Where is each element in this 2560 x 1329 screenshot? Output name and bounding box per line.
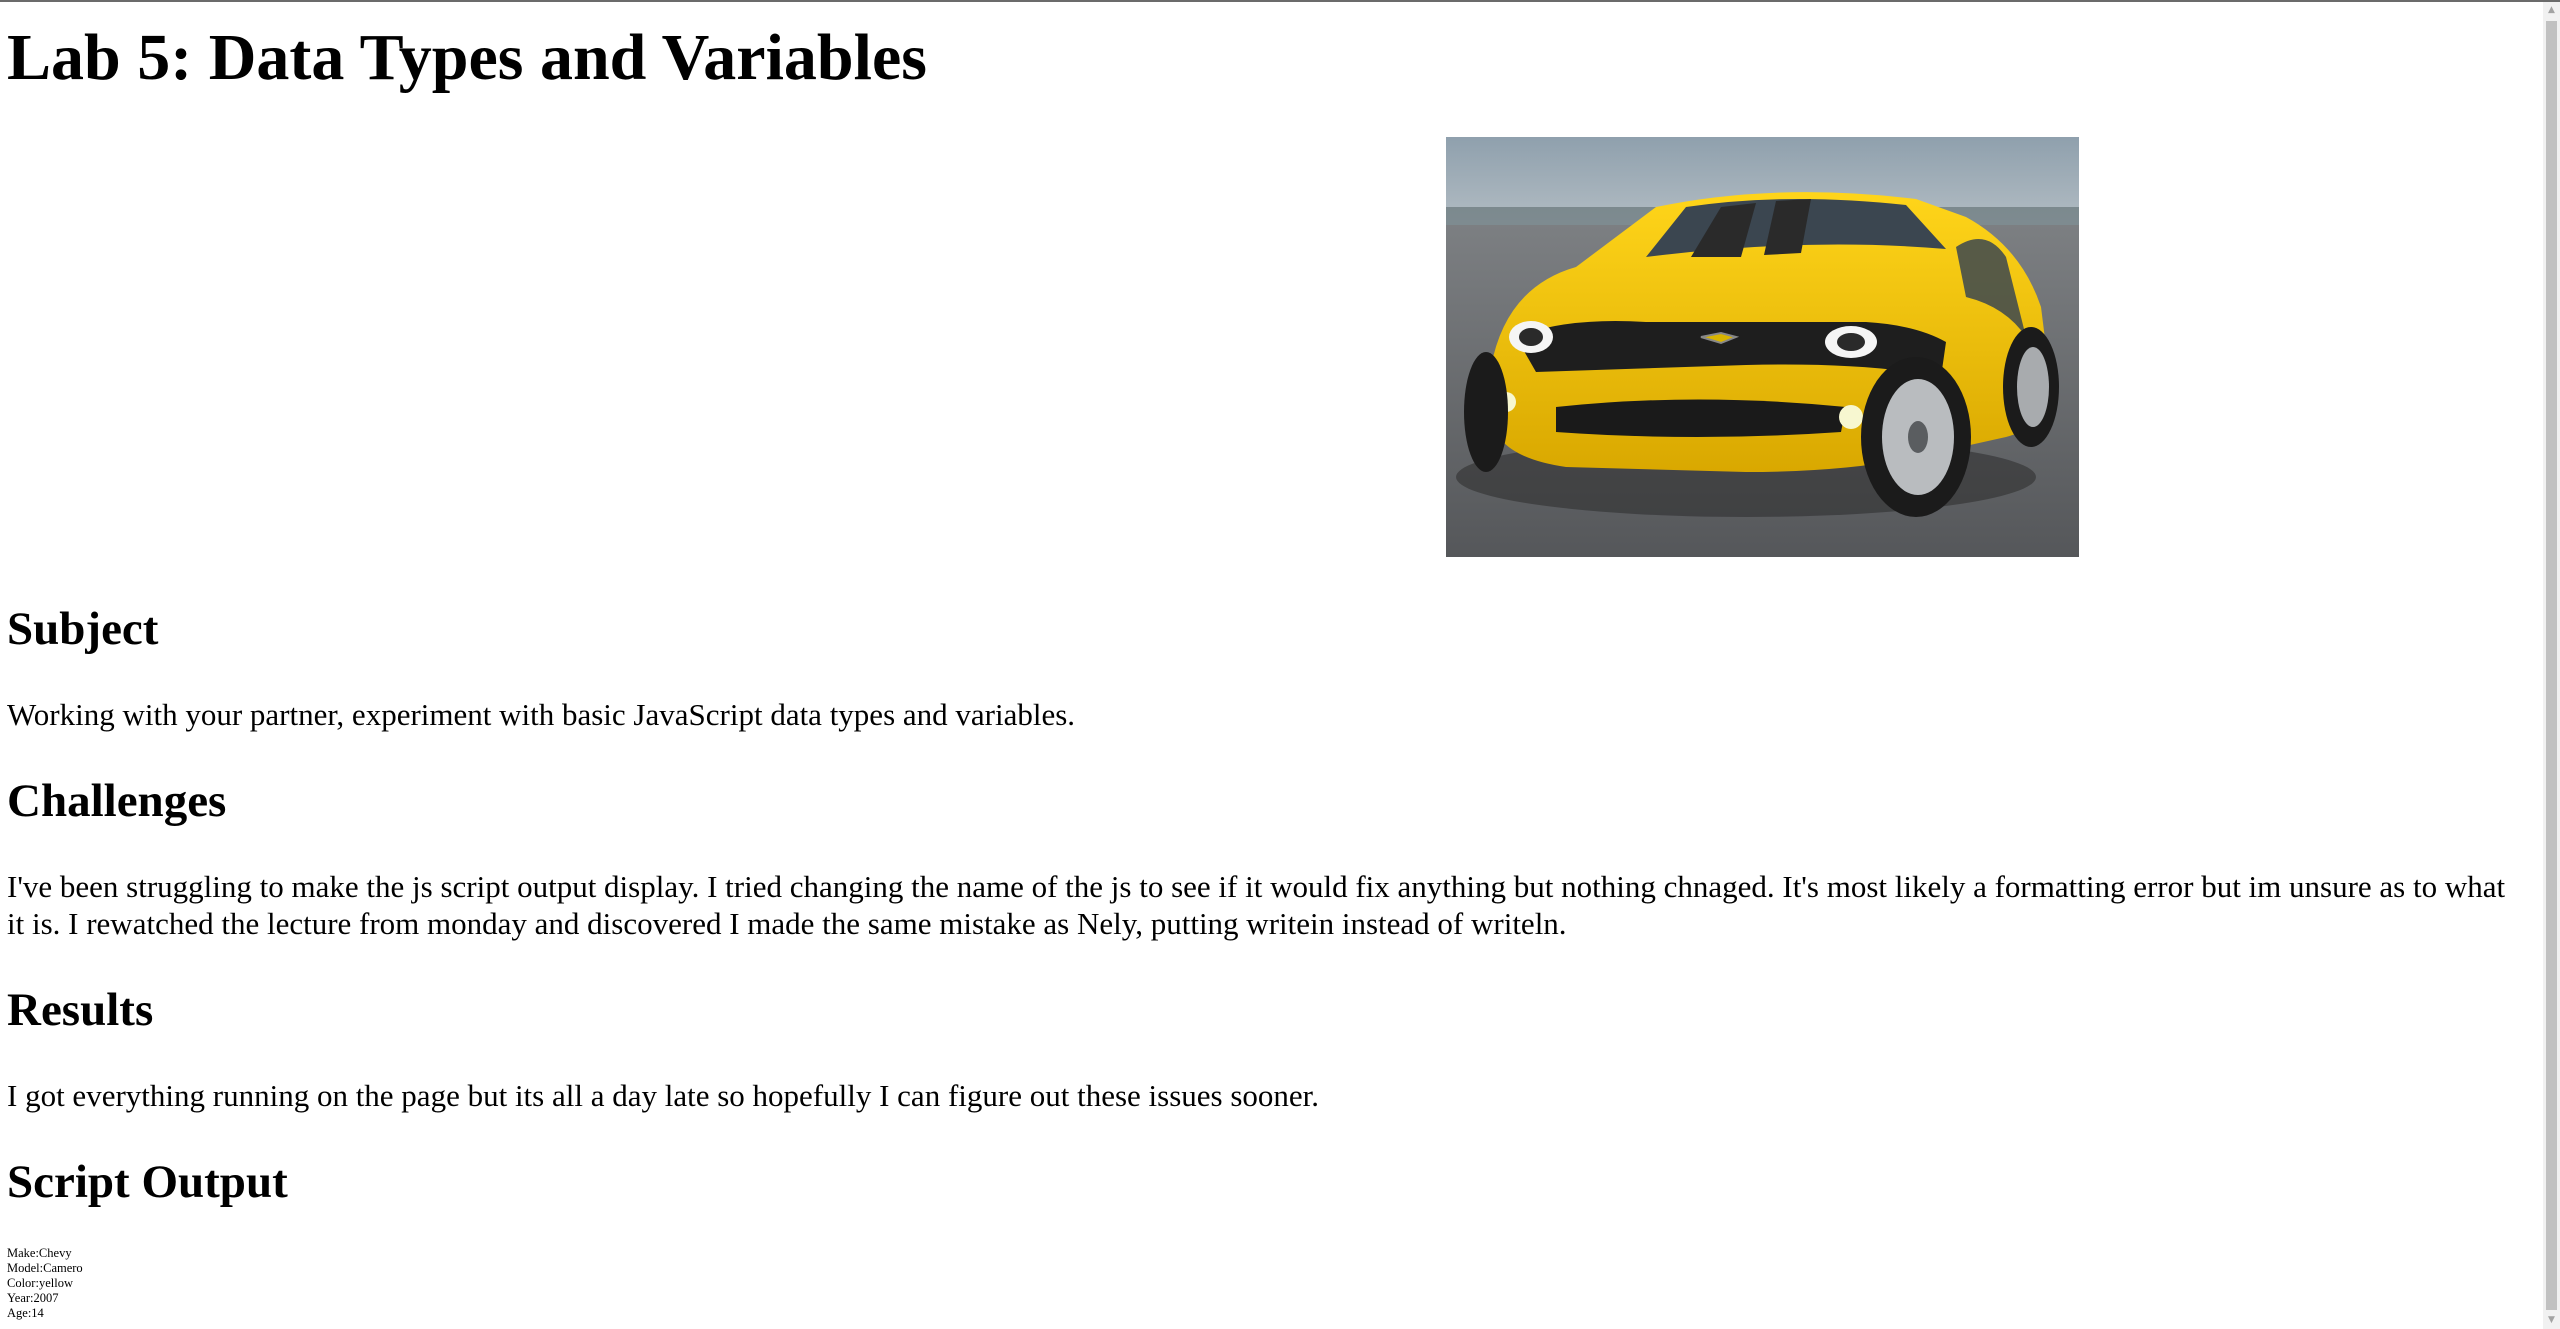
challenges-text: I've been struggling to make the js scri… (7, 869, 2506, 941)
output-line-color: Color:yellow (7, 1276, 73, 1290)
vertical-scrollbar[interactable]: ▲ ▼ (2543, 2, 2560, 1329)
output-line-make: Make:Chevy (7, 1246, 72, 1260)
top-border (0, 0, 2560, 2)
script-output: Make:Chevy Model:Camero Color:yellow Yea… (7, 1246, 83, 1321)
scrollbar-thumb[interactable] (2546, 21, 2557, 1310)
subject-text: Working with your partner, experiment wi… (7, 697, 1076, 732)
page-title: Lab 5: Data Types and Variables (7, 21, 927, 94)
output-line-model: Model:Camero (7, 1261, 83, 1275)
scroll-up-arrow-icon[interactable]: ▲ (2543, 2, 2560, 19)
subject-heading: Subject (7, 603, 159, 655)
scroll-down-arrow-icon[interactable]: ▼ (2543, 1312, 2560, 1329)
yellow-camaro-image (1446, 137, 2079, 557)
challenges-heading: Challenges (7, 775, 227, 827)
results-text: I got everything running on the page but… (7, 1078, 1320, 1113)
script-output-heading: Script Output (7, 1156, 288, 1208)
results-heading: Results (7, 984, 154, 1036)
output-line-age: Age:14 (7, 1306, 44, 1320)
output-line-year: Year:2007 (7, 1291, 59, 1305)
